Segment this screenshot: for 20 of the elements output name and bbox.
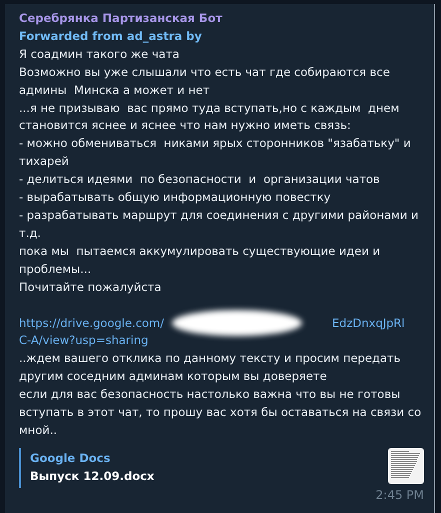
message-time: 2:45 PM — [374, 488, 424, 502]
preview-site: Google Docs — [30, 450, 112, 467]
message-text: Почитайте пожалуйста — [19, 278, 162, 296]
forwarded-label[interactable]: Forwarded from ad_astra by — [19, 28, 424, 46]
message-text: ...я не призываю вас прямо туда вступать,но с каждым днем становится яснее и яснее что нам нужно иметь связь: — [19, 100, 400, 134]
link[interactable]: EdzDnxqJpRl — [332, 314, 405, 332]
message-text: Возможно вы уже слышали что есть чат где собираются все админы Минска а может и нет — [19, 64, 391, 99]
message-text: Я соадмин такого же чата — [19, 46, 180, 63]
message-text: если для вас безопасность настолько важна что вы не готовы вступать в этот чат, то прошу вас хотя бы оставаться на связи со мной.. — [19, 386, 422, 439]
message-text: - можно обмениваться никами ярых сторонников "язабатьку" и тихарей — [19, 135, 412, 170]
link-preview[interactable]: Google Docs Выпуск 12.09.docx — [19, 448, 424, 488]
message-text: - вырабатывать общую информационную повестку — [19, 189, 332, 206]
message-text: - делиться идеями по безопасности и организации чатов — [19, 171, 381, 188]
message-text: пока мы пытаемся аккумулировать существующие идеи и проблемы... — [19, 242, 382, 278]
sender-name[interactable]: Серебрянка Партизанская Бот — [19, 10, 424, 28]
preview-title: Выпуск 12.09.docx — [30, 468, 154, 485]
link[interactable]: https://drive.google.com/ — [19, 314, 164, 332]
message-text: - разрабатывать маршрут для соединения с другими районами и т.д. — [19, 206, 420, 242]
link[interactable]: C-A/view?usp=sharing — [19, 332, 424, 350]
document-thumbnail — [388, 448, 424, 484]
